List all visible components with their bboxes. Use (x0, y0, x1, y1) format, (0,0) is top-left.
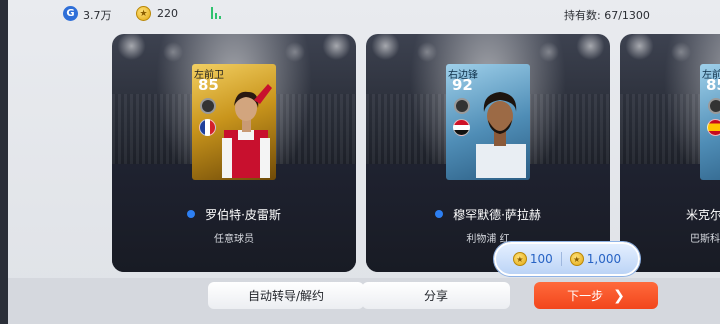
player-photo (476, 92, 526, 178)
coin-icon: ★ (512, 252, 527, 266)
signal-icon (211, 7, 225, 19)
gp-value: 3.7万 (83, 9, 112, 22)
owned-count: 持有数: 67/1300 (564, 9, 650, 22)
coin-icon: ★ (569, 252, 584, 266)
content-panel: G 3.7万 ★ 220 持有数: 67/1300 左前卫 85 罗伯特·皮雷斯… (8, 0, 720, 324)
player-portrait-card: 右边锋 92 (446, 64, 530, 180)
player-card-2[interactable]: 右边锋 92 穆罕默德·萨拉赫 利物浦 红 (366, 34, 610, 272)
status-dot (187, 210, 196, 218)
next-step-label: 下一步 (567, 289, 604, 303)
gp-icon: G (63, 6, 78, 21)
player-subtitle: 任意球员 (214, 234, 254, 245)
share-button[interactable]: 分享 (362, 282, 510, 309)
playstyle-badge-icon (708, 98, 720, 114)
price-option-1[interactable]: ★ 100 (512, 252, 553, 266)
player-name: 穆罕默德·萨拉赫 (366, 206, 610, 223)
price-options[interactable]: ★ 100 ★ 1,000 (494, 242, 640, 276)
egypt-flag-icon (453, 119, 470, 136)
player-name: 罗伯特·皮雷斯 (112, 206, 356, 223)
playstyle-badge-icon (454, 98, 470, 114)
top-status-bar: G 3.7万 ★ 220 持有数: 67/1300 (8, 0, 720, 28)
rating-value: 85 (198, 76, 219, 94)
price-value-1: 100 (529, 252, 553, 266)
player-name-text: 米克尔 (686, 208, 720, 222)
player-name-text: 穆罕默德·萨拉赫 (453, 208, 541, 222)
player-name-text: 罗伯特·皮雷斯 (205, 208, 281, 222)
coin-value: 220 (157, 7, 178, 20)
next-step-button[interactable]: 下一步 ❯ (534, 282, 658, 309)
rating-value: 85 (706, 76, 720, 94)
bottom-action-bar: 自动转导/解约 分享 下一步 ❯ (8, 278, 720, 324)
price-value-2: 1,000 (586, 252, 622, 266)
price-option-2[interactable]: ★ 1,000 (569, 252, 622, 266)
share-label: 分享 (423, 289, 448, 303)
player-card-1[interactable]: 左前卫 85 罗伯特·皮雷斯 任意球员 (112, 34, 356, 272)
chevron-right-icon: ❯ (613, 287, 625, 304)
player-photo (222, 84, 272, 178)
player-name: 米克尔 (620, 206, 720, 223)
player-subtitle: 巴斯科 (690, 234, 720, 245)
auto-transfer-label: 自动转导/解约 (247, 289, 325, 303)
player-portrait-card: 左前 85 (700, 64, 720, 180)
rating-value: 92 (452, 76, 473, 94)
player-card-3[interactable]: 左前 85 米克尔 巴斯科 (620, 34, 720, 272)
status-dot (435, 210, 444, 218)
price-divider (560, 252, 562, 266)
playstyle-badge-icon (200, 98, 216, 114)
left-frame (0, 0, 8, 324)
spain-flag-icon (707, 119, 720, 136)
player-portrait-card: 左前卫 85 (192, 64, 276, 180)
auto-transfer-button[interactable]: 自动转导/解约 (208, 282, 364, 309)
coin-icon: ★ (136, 6, 151, 21)
france-flag-icon (199, 119, 216, 136)
